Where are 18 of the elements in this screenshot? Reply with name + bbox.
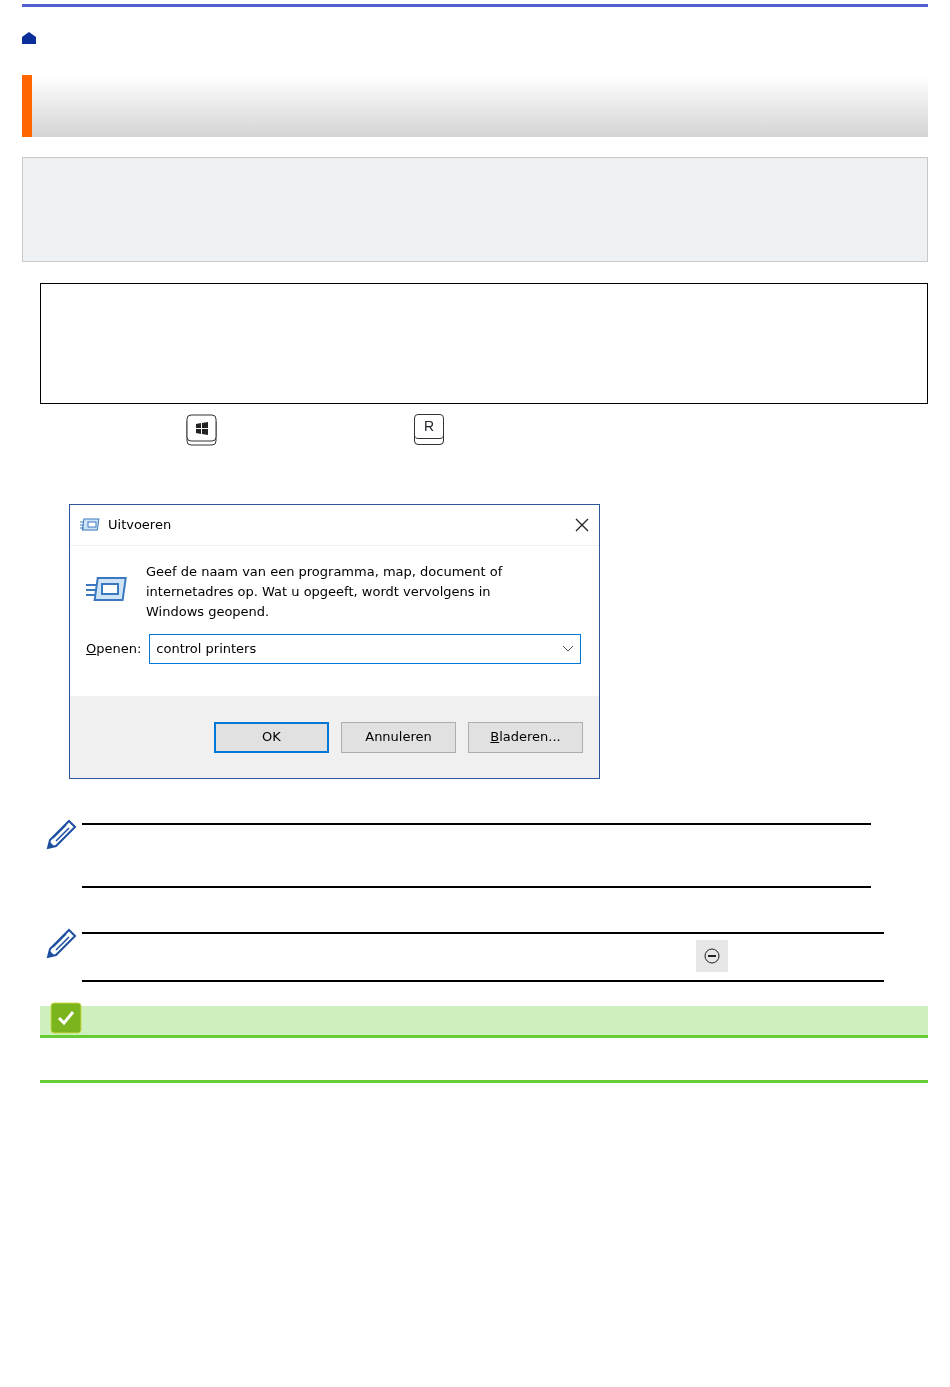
dialog-button[interactable]: Bladeren... xyxy=(468,721,583,753)
field-label: Openen: xyxy=(86,640,142,659)
run-icon xyxy=(80,518,100,532)
pencil-icon xyxy=(45,819,77,851)
home-icon[interactable] xyxy=(22,31,36,44)
dialog-button[interactable]: Annuleren xyxy=(341,721,456,753)
minus-button[interactable] xyxy=(696,940,728,972)
dialog-message: Geef de naam van een programma, map, document of internetadres op. Wat u opgeeft, wordt vervolgens in Windows geopend. xyxy=(146,563,504,621)
check-icon xyxy=(50,1002,82,1034)
dropdown-caret-icon[interactable] xyxy=(562,645,574,653)
r-key: R xyxy=(414,414,444,445)
dialog-button[interactable]: OK xyxy=(214,721,329,753)
minus-icon xyxy=(704,948,720,964)
command-field[interactable]: control printers xyxy=(149,634,581,664)
pencil-icon xyxy=(45,928,77,960)
close-icon[interactable] xyxy=(575,518,589,532)
windows-key-icon xyxy=(186,414,217,446)
window-title: Uitvoeren xyxy=(108,516,173,535)
